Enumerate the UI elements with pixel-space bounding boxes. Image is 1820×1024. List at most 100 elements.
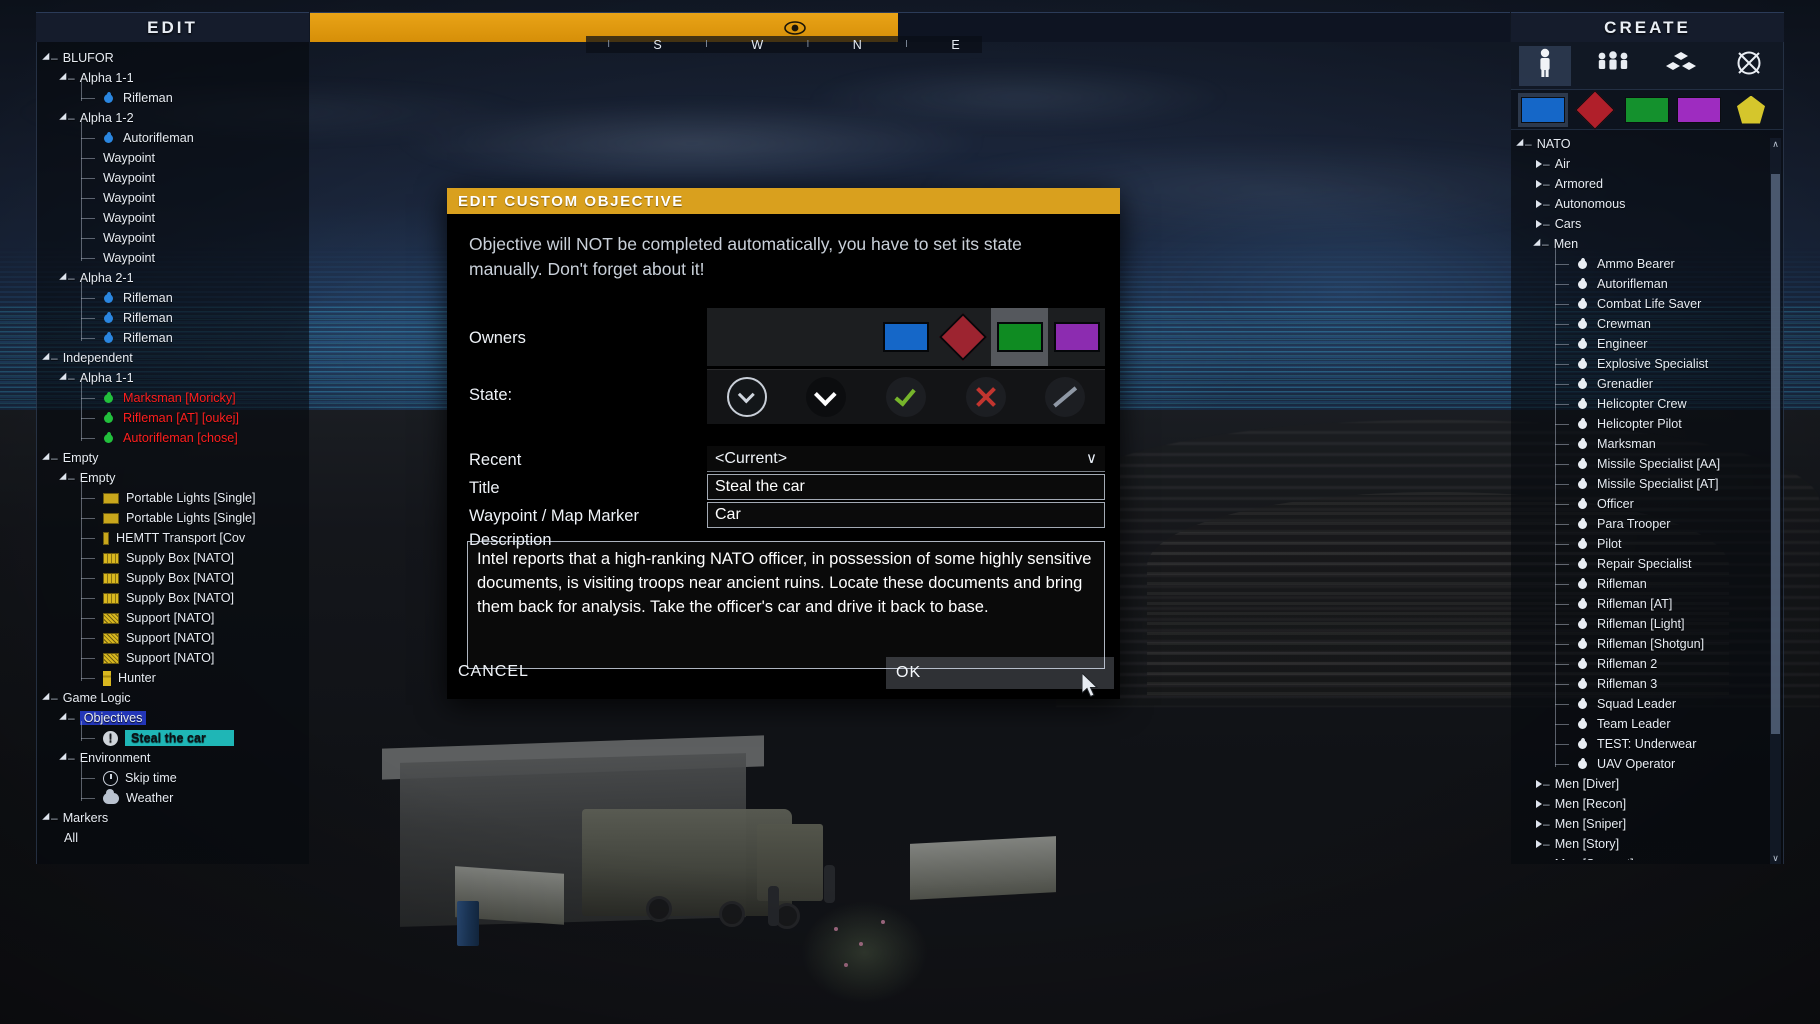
eye-icon[interactable] [784, 20, 806, 35]
entity-tree-item-row[interactable]: Rifleman [37, 81, 309, 108]
expand-triangle-icon[interactable] [1536, 840, 1542, 848]
asset-tree-item-row[interactable]: – Men [Diver] [1511, 774, 1783, 794]
asset-tree-item-row[interactable]: Missile Specialist [AA] [1511, 447, 1783, 474]
entity-tree-item-row[interactable]: – Empty [37, 448, 309, 468]
asset-tree-item-row[interactable]: Marksman [1511, 427, 1783, 454]
entity-tree-item-row[interactable]: – Game Logic [37, 688, 309, 708]
asset-tree-item-row[interactable]: Missile Specialist [AT] [1511, 467, 1783, 494]
tree-toggle-expanded[interactable]: – [59, 711, 78, 725]
asset-tree-item-row[interactable]: Helicopter Pilot [1511, 407, 1783, 434]
entity-tree-item-row[interactable]: Waypoint [37, 241, 309, 268]
tree-toggle-expanded[interactable]: – [59, 751, 78, 765]
entity-tree-item-row[interactable]: Skip time [37, 761, 309, 788]
entity-tree-item-row[interactable]: Weather [37, 781, 309, 808]
entity-tree-item-row[interactable]: Autorifleman [chose] [37, 421, 309, 448]
edit-entity-panel[interactable]: – BLUFOR – Alpha 1-1 Rifleman – Alpha 1-2 Autor… [36, 42, 309, 864]
tree-toggle-collapsed[interactable]: – [1536, 797, 1553, 811]
entity-tree-item-row[interactable]: – Environment [37, 748, 309, 768]
asset-tree-item-row[interactable]: Rifleman [Shotgun] [1511, 627, 1783, 654]
entity-tree-item-row[interactable]: Rifleman [AT] [oukej] [37, 401, 309, 428]
asset-tree-item-row[interactable]: Rifleman 3 [1511, 667, 1783, 694]
entity-tree-item-row[interactable]: HEMTT Transport [Cov [37, 521, 309, 548]
entity-tree-item-row[interactable]: Support [NATO] [37, 641, 309, 668]
asset-tree-item-row[interactable]: Grenadier [1511, 367, 1783, 394]
scroll-down-arrow[interactable]: ∨ [1770, 852, 1781, 864]
tree-toggle-expanded[interactable]: – [59, 471, 78, 485]
asset-tree[interactable]: – NATO – Air – Armored – Autonomous – Cars – Men Amm… [1511, 130, 1783, 860]
title-input[interactable]: Steal the car [707, 474, 1105, 500]
asset-tree-item-row[interactable]: Pilot [1511, 527, 1783, 554]
asset-tree-item-row[interactable]: Engineer [1511, 327, 1783, 354]
entity-tree-item-row[interactable]: – Empty [37, 468, 309, 488]
entity-tree-item-row[interactable]: Marksman [Moricky] [37, 381, 309, 408]
entity-tree-item-row[interactable]: Supply Box [NATO] [37, 541, 309, 568]
cancel-button[interactable]: CANCEL [458, 663, 529, 681]
entity-tree-item-row[interactable]: – Alpha 1-1 [37, 68, 309, 88]
tree-toggle-expanded[interactable]: – [42, 691, 61, 705]
expand-triangle-icon[interactable] [1536, 800, 1542, 808]
groups-category[interactable] [1587, 46, 1639, 86]
owners-selector[interactable] [707, 308, 1105, 366]
tree-toggle-collapsed[interactable]: – [1536, 177, 1553, 191]
owner-opfor[interactable] [934, 308, 991, 366]
asset-tree-item-row[interactable]: Autorifleman [1511, 267, 1783, 294]
expand-triangle-icon[interactable] [1536, 200, 1542, 208]
owner-independent[interactable] [991, 308, 1049, 366]
entity-tree-item-row[interactable]: – Independent [37, 348, 309, 368]
tree-toggle-collapsed[interactable]: – [1536, 217, 1553, 231]
tree-toggle-collapsed[interactable]: – [1536, 857, 1553, 860]
asset-tree-item-row[interactable]: Helicopter Crew [1511, 387, 1783, 414]
asset-tree-item-row[interactable]: Rifleman [1511, 567, 1783, 594]
entity-tree-item-row[interactable]: – BLUFOR [37, 48, 309, 68]
entity-tree-item-row[interactable]: – Alpha 2-1 [37, 268, 309, 288]
owner-none-3[interactable] [821, 308, 878, 366]
ok-button[interactable]: OK [886, 657, 1114, 689]
systems-category[interactable] [1723, 46, 1775, 86]
asset-tree-item-row[interactable]: Officer [1511, 487, 1783, 514]
owner-none-1[interactable] [707, 308, 764, 366]
side-blufor[interactable] [1518, 92, 1568, 127]
description-textarea[interactable]: Intel reports that a high-ranking NATO o… [467, 541, 1105, 669]
units-category[interactable] [1519, 45, 1571, 86]
state-unknown[interactable] [707, 370, 787, 424]
asset-tree-item-row[interactable]: TEST: Underwear [1511, 727, 1783, 754]
tree-toggle-expanded[interactable]: – [59, 111, 78, 125]
entity-tree-item-row[interactable]: Waypoint [37, 221, 309, 248]
asset-tree-item-row[interactable]: – NATO [1511, 134, 1783, 154]
side-opfor[interactable] [1570, 89, 1620, 130]
expand-triangle-icon[interactable] [1536, 780, 1542, 788]
entity-tree-item-row[interactable]: Rifleman [37, 321, 309, 348]
asset-tree-item-row[interactable]: Para Trooper [1511, 507, 1783, 534]
asset-tree-item-row[interactable]: Ammo Bearer [1511, 247, 1783, 274]
asset-tree-scrollbar[interactable]: ∧ ∨ [1770, 138, 1781, 864]
entity-tree-item-row[interactable]: Portable Lights [Single] [37, 481, 309, 508]
entity-tree-item-row[interactable]: ! Steal the car [37, 721, 309, 748]
asset-tree-item-row[interactable]: UAV Operator [1511, 747, 1783, 774]
entity-tree-item-row[interactable]: Hunter [37, 661, 309, 688]
side-civilian[interactable] [1674, 93, 1724, 127]
entity-tree-item-row[interactable]: Support [NATO] [37, 621, 309, 648]
entity-tree-item-row[interactable]: – Alpha 1-2 [37, 108, 309, 128]
edit-custom-objective-dialog[interactable]: EDIT CUSTOM OBJECTIVE Objective will NOT… [447, 188, 1120, 699]
asset-tree-item-row[interactable]: Squad Leader [1511, 687, 1783, 714]
state-completed[interactable] [866, 370, 946, 424]
asset-tree-item-row[interactable]: Explosive Specialist [1511, 347, 1783, 374]
state-selector[interactable] [707, 369, 1105, 424]
asset-tree-item-row[interactable]: – Autonomous [1511, 194, 1783, 214]
side-independent[interactable] [1622, 93, 1672, 127]
entity-tree-item-row[interactable]: Waypoint [37, 161, 309, 188]
recent-dropdown[interactable]: <Current> ∨ [707, 446, 1105, 472]
tree-toggle-expanded[interactable]: – [1533, 237, 1552, 251]
tree-toggle-expanded[interactable]: – [42, 51, 61, 65]
expand-triangle-icon[interactable] [1536, 220, 1542, 228]
entity-tree-item-row[interactable]: Waypoint [37, 201, 309, 228]
tree-toggle-collapsed[interactable]: – [1536, 837, 1553, 851]
asset-tree-item-row[interactable]: Team Leader [1511, 707, 1783, 734]
entity-tree-item-row[interactable]: – Markers [37, 808, 309, 828]
owner-none-2[interactable] [764, 308, 821, 366]
expand-triangle-icon[interactable] [1536, 820, 1542, 828]
entity-tree-item-row[interactable]: All [37, 828, 309, 848]
entity-tree-item-row[interactable]: Support [NATO] [37, 601, 309, 628]
scrollbar-thumb[interactable] [1771, 174, 1780, 734]
entity-tree-item-row[interactable]: – Objectives [37, 708, 309, 728]
